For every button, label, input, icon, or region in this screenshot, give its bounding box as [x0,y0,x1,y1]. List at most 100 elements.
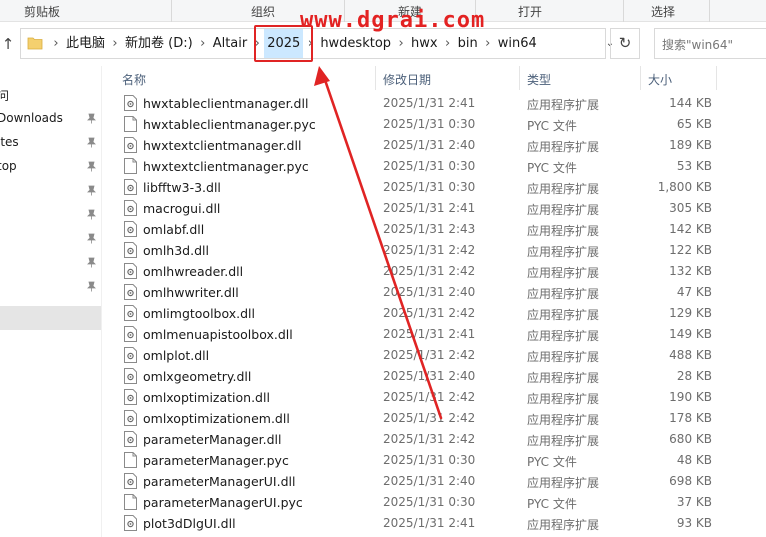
file-size: 93 KB [676,516,712,530]
dll-file-icon [124,284,137,300]
chevron-right-icon[interactable]: › [441,29,455,58]
file-row[interactable]: omlimgtoolbox.dll 2025/1/31 2:42 应用程序扩展 129… [102,303,766,324]
breadcrumb-hwx[interactable]: hwx [408,29,441,58]
file-name: omlabf.dll [143,222,205,237]
folder-icon [27,37,43,50]
file-name: hwxtableclientmanager.pyc [143,117,316,132]
file-row[interactable]: omlabf.dll 2025/1/31 2:43 应用程序扩展 142 KB [102,219,766,240]
file-row[interactable]: omlxoptimizationem.dll 2025/1/31 2:42 应用程序… [102,408,766,429]
file-row[interactable]: macrogui.dll 2025/1/31 2:41 应用程序扩展 305 KB [102,198,766,219]
file-date: 2025/1/31 0:30 [383,159,476,173]
file-row[interactable]: omlmenuapistoolbox.dll 2025/1/31 2:41 应用程序… [102,324,766,345]
file-row[interactable]: omlhwreader.dll 2025/1/31 2:42 应用程序扩展 132 K… [102,261,766,282]
watermark-text: www.dgrai.com [300,8,486,33]
column-header-row: ⌃ 名称 修改日期 类型 大小 [102,66,766,90]
breadcrumb-hwdesktop[interactable]: hwdesktop [317,29,394,58]
dll-file-icon [124,473,137,489]
column-header-size[interactable]: 大小 [648,71,672,88]
file-size: 190 KB [669,390,712,404]
breadcrumb-altair[interactable]: Altair [210,29,251,58]
nav-item[interactable] [0,203,101,227]
nav-item-favorites[interactable]: ites [0,131,101,155]
file-row[interactable]: parameterManager.pyc 2025/1/31 0:30 PYC 文件… [102,450,766,471]
file-row[interactable]: hwxtableclientmanager.pyc 2025/1/31 0:30 P… [102,114,766,135]
breadcrumb-bin[interactable]: bin [455,29,481,58]
column-header-date[interactable]: 修改日期 [383,71,431,88]
dll-file-icon [124,515,137,531]
file-type: 应用程序扩展 [527,98,600,112]
file-type: 应用程序扩展 [527,413,600,427]
chevron-right-icon[interactable]: › [49,29,63,58]
nav-item-desktop[interactable]: top [0,155,101,179]
file-size: 698 KB [669,474,712,488]
file-date: 2025/1/31 2:40 [383,285,476,299]
file-name: hwxtableclientmanager.dll [143,96,309,111]
column-header-type[interactable]: 类型 [527,71,551,88]
chevron-right-icon[interactable]: › [394,29,408,58]
column-divider[interactable] [640,66,641,90]
ribbon-divider [623,0,624,22]
file-type: PYC 文件 [527,455,577,469]
file-date: 2025/1/31 0:30 [383,117,476,131]
file-row[interactable]: omlh3d.dll 2025/1/31 2:42 应用程序扩展 122 KB [102,240,766,261]
column-header-name[interactable]: 名称 [122,71,146,88]
file-row[interactable]: parameterManagerUI.pyc 2025/1/31 0:30 PYC … [102,492,766,513]
nav-item[interactable] [0,179,101,203]
breadcrumb-win64[interactable]: win64 [495,29,540,58]
column-divider[interactable] [519,66,520,90]
file-row[interactable]: omlplot.dll 2025/1/31 2:42 应用程序扩展 488 KB [102,345,766,366]
file-row[interactable]: hwxtextclientmanager.pyc 2025/1/31 0:30 PY… [102,156,766,177]
file-name: parameterManagerUI.pyc [143,495,303,510]
nav-item[interactable] [0,227,101,251]
file-row[interactable]: hwxtableclientmanager.dll 2025/1/31 2:41 应… [102,93,766,114]
file-type: 应用程序扩展 [527,329,600,343]
chevron-right-icon[interactable]: › [196,29,210,58]
file-size: 47 KB [676,285,712,299]
search-input[interactable]: 搜索"win64" [654,28,766,59]
file-row[interactable]: parameterManagerUI.dll 2025/1/31 2:40 应用程序… [102,471,766,492]
pin-icon [87,233,96,244]
up-arrow-icon[interactable]: ↑ [0,34,16,54]
dll-file-icon [124,305,137,321]
file-row[interactable]: hwxtextclientmanager.dll 2025/1/31 2:40 应用… [102,135,766,156]
file-date: 2025/1/31 2:40 [383,369,476,383]
file-size: 122 KB [669,243,712,257]
file-row[interactable]: omlxgeometry.dll 2025/1/31 2:40 应用程序扩展 28 K… [102,366,766,387]
nav-item[interactable] [0,275,101,299]
file-row[interactable]: parameterManager.dll 2025/1/31 2:42 应用程序扩展… [102,429,766,450]
breadcrumb-drive-d[interactable]: 新加卷 (D:) [122,29,196,58]
file-name: omlxgeometry.dll [143,369,252,384]
file-date: 2025/1/31 0:30 [383,495,476,509]
file-row[interactable]: omlhwwriter.dll 2025/1/31 2:40 应用程序扩展 47 KB [102,282,766,303]
file-type: PYC 文件 [527,119,577,133]
file-date: 2025/1/31 2:41 [383,327,476,341]
file-size: 129 KB [669,306,712,320]
dll-file-icon [124,179,137,195]
refresh-icon[interactable]: ↻ [610,28,640,59]
chevron-right-icon[interactable]: › [481,29,495,58]
breadcrumb-this-pc[interactable]: 此电脑 [63,29,108,58]
file-size: 142 KB [669,222,712,236]
file-name: hwxtextclientmanager.pyc [143,159,309,174]
file-row[interactable]: libfftw3-3.dll 2025/1/31 0:30 应用程序扩展 1,800 … [102,177,766,198]
nav-item-downloads[interactable]: Downloads [0,107,101,131]
ribbon-divider [171,0,172,22]
file-type: 应用程序扩展 [527,350,600,364]
nav-item-selected[interactable] [0,306,101,330]
file-row[interactable]: plot3dDlgUI.dll 2025/1/31 2:41 应用程序扩展 93 KB [102,513,766,534]
file-icon [124,452,137,468]
file-type: PYC 文件 [527,161,577,175]
column-divider[interactable] [375,66,376,90]
nav-item[interactable]: 问 [0,83,101,107]
file-name: parameterManagerUI.dll [143,474,296,489]
column-divider[interactable] [716,66,717,90]
file-row[interactable]: omlxoptimization.dll 2025/1/31 2:42 应用程序扩展… [102,387,766,408]
file-name: omlplot.dll [143,348,210,363]
file-name: omlhwwriter.dll [143,285,239,300]
nav-item[interactable]: i [0,251,101,275]
chevron-right-icon[interactable]: › [108,29,122,58]
nav-item-label: Downloads [0,111,63,125]
file-date: 2025/1/31 2:43 [383,222,476,236]
file-icon [124,494,137,510]
dll-file-icon [124,95,137,111]
